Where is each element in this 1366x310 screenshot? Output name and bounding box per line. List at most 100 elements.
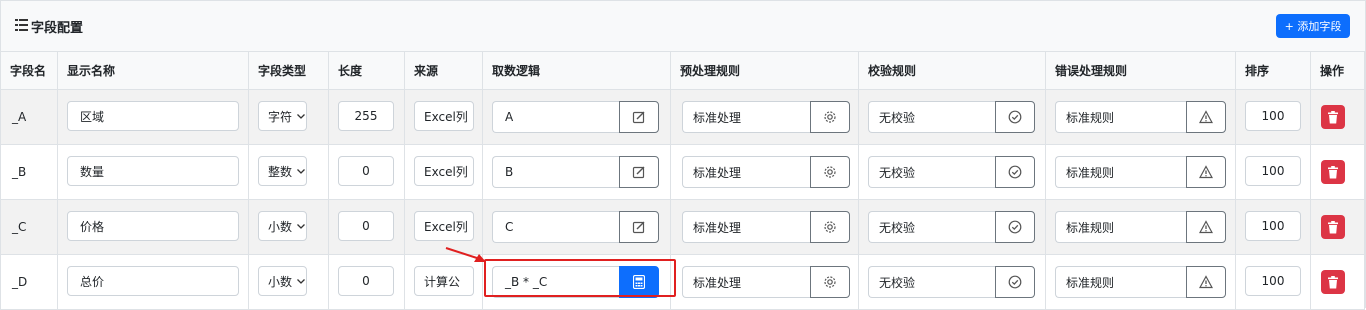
gear-icon [823, 275, 837, 289]
logic-input-group: _B * _C [492, 266, 659, 298]
source-select[interactable]: 计算公 [414, 266, 474, 296]
error-rule-input[interactable]: 标准规则 [1055, 211, 1186, 243]
col-header: 来源 [404, 51, 483, 90]
col-header: 字段类型 [248, 51, 329, 90]
check-rule-button[interactable] [995, 211, 1035, 243]
error-rule-button[interactable] [1186, 156, 1226, 188]
preprocess-input-group: 标准处理 [682, 266, 850, 298]
col-header: 操作 [1310, 51, 1365, 90]
check-input[interactable]: 无校验 [868, 156, 995, 188]
fields-table: 字段名 显示名称 字段类型 长度 来源 取数逻辑 预处理规则 校验规则 错误处理… [0, 51, 1365, 310]
display-name-input[interactable]: 数量 [67, 156, 239, 186]
calculator-icon [633, 275, 645, 289]
error-rule-input[interactable]: 标准规则 [1055, 101, 1186, 133]
col-header: 字段名 [0, 51, 58, 90]
field-type-select[interactable]: 整数 [258, 156, 307, 186]
warning-icon [1199, 110, 1213, 124]
field-type-value: 小数 [268, 274, 293, 289]
delete-button[interactable] [1321, 215, 1345, 239]
check-input-group: 无校验 [868, 101, 1035, 133]
gear-icon [823, 110, 837, 124]
preprocess-input[interactable]: 标准处理 [682, 266, 810, 298]
preprocess-input[interactable]: 标准处理 [682, 211, 810, 243]
check-rule-button[interactable] [995, 266, 1035, 298]
field-type-value: 小数 [268, 219, 293, 234]
col-header: 取数逻辑 [482, 51, 671, 90]
length-input[interactable]: 0 [338, 156, 394, 186]
warning-icon [1199, 220, 1213, 234]
error-input-group: 标准规则 [1055, 101, 1226, 133]
preprocess-input-group: 标准处理 [682, 101, 850, 133]
length-input[interactable]: 0 [338, 266, 394, 296]
preprocess-input-group: 标准处理 [682, 156, 850, 188]
delete-button[interactable] [1321, 270, 1345, 294]
check-rule-button[interactable] [995, 156, 1035, 188]
display-name-input[interactable]: 总价 [67, 266, 239, 296]
preprocess-input[interactable]: 标准处理 [682, 101, 810, 133]
check-input[interactable]: 无校验 [868, 211, 995, 243]
error-rule-input[interactable]: 标准规则 [1055, 156, 1186, 188]
error-rule-button[interactable] [1186, 266, 1226, 298]
check-input-group: 无校验 [868, 156, 1035, 188]
gear-icon [823, 220, 837, 234]
logic-input[interactable]: B [492, 156, 619, 188]
field-type-value: 字符 [268, 109, 293, 124]
field-type-select[interactable]: 小数 [258, 266, 307, 296]
source-select[interactable]: Excel列 [414, 211, 474, 241]
preprocess-settings-button[interactable] [810, 101, 850, 133]
length-input[interactable]: 0 [338, 211, 394, 241]
logic-input[interactable]: _B * _C [492, 266, 619, 298]
formula-button[interactable] [619, 266, 659, 298]
field-name: _B [12, 165, 27, 179]
error-rule-button[interactable] [1186, 211, 1226, 243]
table-header-row: 字段名 显示名称 字段类型 长度 来源 取数逻辑 预处理规则 校验规则 错误处理… [0, 51, 1365, 90]
error-rule-button[interactable] [1186, 101, 1226, 133]
order-input[interactable]: 100 [1245, 101, 1301, 131]
check-input[interactable]: 无校验 [868, 101, 995, 133]
logic-input-group: A [492, 101, 659, 133]
order-input[interactable]: 100 [1245, 211, 1301, 241]
check-rule-button[interactable] [995, 101, 1035, 133]
field-type-select[interactable]: 字符 [258, 101, 307, 131]
preprocess-settings-button[interactable] [810, 211, 850, 243]
check-circle-icon [1008, 220, 1022, 234]
length-input[interactable]: 255 [338, 101, 394, 131]
edit-logic-button[interactable] [619, 211, 659, 243]
order-input[interactable]: 100 [1245, 266, 1301, 296]
edit-logic-button[interactable] [619, 101, 659, 133]
page-title: 字段配置 [31, 21, 84, 36]
trash-icon [1327, 220, 1339, 234]
col-header: 校验规则 [858, 51, 1046, 90]
check-input-group: 无校验 [868, 266, 1035, 298]
edit-logic-button[interactable] [619, 156, 659, 188]
field-type-value: 整数 [268, 164, 293, 179]
check-circle-icon [1008, 110, 1022, 124]
add-field-button[interactable]: + 添加字段 [1276, 14, 1350, 38]
display-name-input[interactable]: 区域 [67, 101, 239, 131]
preprocess-settings-button[interactable] [810, 156, 850, 188]
source-select[interactable]: Excel列 [414, 156, 474, 186]
error-input-group: 标准规则 [1055, 211, 1226, 243]
warning-icon [1199, 275, 1213, 289]
delete-button[interactable] [1321, 160, 1345, 184]
preprocess-input[interactable]: 标准处理 [682, 156, 810, 188]
delete-button[interactable] [1321, 105, 1345, 129]
order-input[interactable]: 100 [1245, 156, 1301, 186]
preprocess-settings-button[interactable] [810, 266, 850, 298]
error-rule-input[interactable]: 标准规则 [1055, 266, 1186, 298]
gear-icon [823, 165, 837, 179]
display-name-input[interactable]: 价格 [67, 211, 239, 241]
table-row: _C 价格 小数 0 Excel列 C 标准处理 无校验 标准规则 100 [0, 199, 1365, 255]
col-header: 显示名称 [57, 51, 249, 90]
table-row: _A 区域 字符 255 Excel列 A 标准处理 无校验 标准规则 100 [0, 89, 1365, 145]
check-input-group: 无校验 [868, 211, 1035, 243]
table-row: _D 总价 小数 0 计算公 _B * _C 标准处理 无校验 标准规则 100 [0, 254, 1365, 310]
source-select[interactable]: Excel列 [414, 101, 474, 131]
field-type-select[interactable]: 小数 [258, 211, 307, 241]
edit-icon [632, 110, 646, 124]
logic-input[interactable]: C [492, 211, 619, 243]
check-input[interactable]: 无校验 [868, 266, 995, 298]
check-circle-icon [1008, 165, 1022, 179]
edit-icon [632, 220, 646, 234]
logic-input[interactable]: A [492, 101, 619, 133]
